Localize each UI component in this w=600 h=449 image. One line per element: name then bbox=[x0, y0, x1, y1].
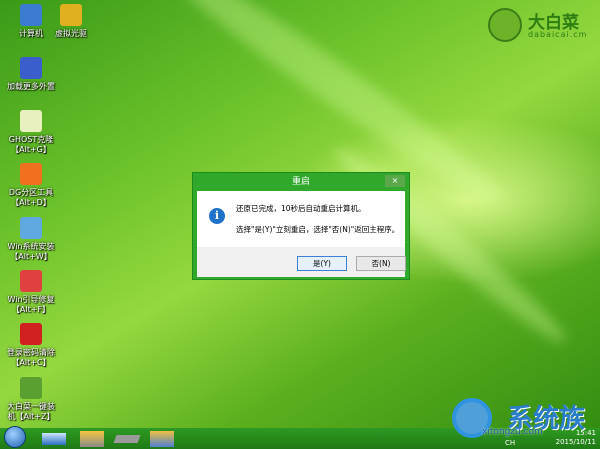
restart-dialog: 重启 × i 还原已完成，10秒后自动重启计算机。 选择"是(Y)"立刻重启，选… bbox=[192, 172, 410, 280]
taskbar-display-icon[interactable] bbox=[42, 433, 66, 445]
dialog-message-1: 还原已完成，10秒后自动重启计算机。 bbox=[236, 204, 366, 213]
desktop-icon[interactable]: 虚拟光驱 bbox=[42, 4, 100, 39]
dialog-message-2: 选择"是(Y)"立刻重启，选择"否(N)"返回主程序。 bbox=[236, 225, 400, 234]
desktop-icon[interactable]: Win引导修复 【Alt+F】 bbox=[2, 270, 60, 315]
xitongzu-watermark: 系统族 xitongzu.com bbox=[452, 398, 585, 438]
taskbar-cleaner-icon[interactable] bbox=[80, 431, 104, 447]
ghost-icon bbox=[20, 110, 42, 132]
dabaicai-install-icon bbox=[20, 377, 42, 399]
close-button[interactable]: × bbox=[385, 175, 405, 187]
desktop-icon-label: 虚拟光驱 bbox=[55, 29, 87, 38]
desktop-icon[interactable]: DG分区工具 【Alt+D】 bbox=[2, 163, 60, 208]
taskbar-drive-icon[interactable] bbox=[113, 435, 141, 443]
yes-button[interactable]: 是(Y) bbox=[297, 256, 347, 271]
desktop-icon-label: 登录密码清除 【Alt+C】 bbox=[7, 348, 55, 367]
watermark-url: xitongzu.com bbox=[482, 427, 543, 437]
desktop-icon[interactable]: 加载更多外置 bbox=[2, 57, 60, 92]
dialog-footer: 是(Y) 否(N) bbox=[197, 247, 406, 277]
boot-repair-icon bbox=[20, 270, 42, 292]
desktop-icon[interactable]: Win系统安装 【Alt+W】 bbox=[2, 217, 60, 262]
desktop-icon-label: Win系统安装 【Alt+W】 bbox=[7, 242, 55, 261]
desktop-icon[interactable]: GHOST克隆 【Alt+G】 bbox=[2, 110, 60, 155]
password-clear-icon bbox=[20, 323, 42, 345]
dabaicai-logo: 大白菜 dabaicai.cm bbox=[488, 6, 596, 44]
desktop-icon-label: DG分区工具 【Alt+D】 bbox=[8, 188, 54, 207]
load-more-icon bbox=[20, 57, 42, 79]
info-icon: i bbox=[209, 208, 225, 224]
win-install-icon bbox=[20, 217, 42, 239]
computer-icon bbox=[20, 4, 42, 26]
no-button[interactable]: 否(N) bbox=[356, 256, 406, 271]
desktop-icon-label: Win引导修复 【Alt+F】 bbox=[7, 295, 55, 314]
desktop-icon[interactable]: 登录密码清除 【Alt+C】 bbox=[2, 323, 60, 368]
diskgenius-icon bbox=[20, 163, 42, 185]
broccoli-mascot-icon bbox=[488, 8, 522, 42]
taskbar-tools-icon[interactable] bbox=[150, 431, 174, 447]
dialog-title: 重启 bbox=[291, 177, 310, 187]
logo-url: dabaicai.cm bbox=[528, 30, 588, 39]
dialog-body: i 还原已完成，10秒后自动重启计算机。 选择"是(Y)"立刻重启，选择"否(N… bbox=[197, 191, 405, 247]
desktop-icon[interactable]: 大白菜一键装 机【Alt+Z】 bbox=[2, 377, 60, 422]
language-indicator[interactable]: CH bbox=[505, 439, 515, 448]
desktop-icon-label: 大白菜一键装 机【Alt+Z】 bbox=[7, 402, 55, 421]
desktop-icon-label: GHOST克隆 【Alt+G】 bbox=[8, 135, 54, 154]
desktop-icon-label: 加载更多外置 bbox=[7, 82, 55, 91]
clock-date: 2015/10/11 bbox=[555, 438, 596, 446]
start-button[interactable] bbox=[4, 426, 26, 448]
virtual-drive-icon bbox=[60, 4, 82, 26]
